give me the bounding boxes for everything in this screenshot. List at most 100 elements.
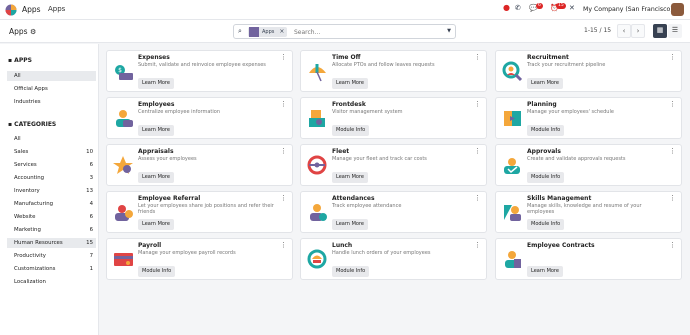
sidebar-item-customizations[interactable]: Customizations 1 — [7, 264, 96, 274]
category-count: 6 — [89, 227, 93, 233]
more-options-icon[interactable]: ⋮ — [669, 194, 676, 202]
search-options-icon[interactable]: ▼ — [447, 28, 451, 34]
category-count: 7 — [89, 253, 93, 259]
sidebar-item-all-apps[interactable]: All — [7, 71, 96, 81]
app-card-planning[interactable]: Planning Manage your employees' schedule M… — [495, 97, 682, 139]
app-card-employees[interactable]: Employees Centralize employee information… — [106, 97, 293, 139]
app-card-skills-management[interactable]: Skills Management Manage skills, knowledg… — [495, 191, 682, 233]
more-options-icon[interactable]: ⋮ — [474, 147, 481, 155]
app-name: Time Off — [332, 54, 361, 61]
facet-label: Apps — [262, 29, 275, 35]
app-card-approvals[interactable]: Approvals Create and validate approvals r… — [495, 144, 682, 186]
lunch-icon — [307, 249, 327, 269]
more-options-icon[interactable]: ⋮ — [474, 194, 481, 202]
attendances-icon — [310, 204, 327, 221]
filter-icon — [249, 27, 259, 37]
more-options-icon[interactable]: ⋮ — [669, 241, 676, 249]
app-name: Expenses — [138, 54, 170, 61]
search-input[interactable] — [294, 27, 434, 37]
sidebar-item-productivity[interactable]: Productivity 7 — [7, 251, 96, 261]
more-options-icon[interactable]: ⋮ — [280, 194, 287, 202]
app-action-button[interactable]: Module Info — [332, 266, 370, 277]
app-name: Approvals — [527, 148, 561, 155]
more-options-icon[interactable]: ⋮ — [474, 53, 481, 61]
more-options-icon[interactable]: ⋮ — [280, 53, 287, 61]
app-card-appraisals[interactable]: Appraisals Assess your employees Learn Mor… — [106, 144, 293, 186]
category-label: Website — [14, 214, 36, 220]
app-card-payroll[interactable]: Payroll Manage your employee payroll reco… — [106, 238, 293, 280]
sidebar-categories-heading: ▪ CATEGORIES — [8, 121, 56, 128]
pager-previous-button[interactable]: ‹ — [617, 24, 631, 38]
sidebar-item-accounting[interactable]: Accounting 3 — [7, 173, 96, 183]
sidebar-item-sales[interactable]: Sales 10 — [7, 147, 96, 157]
app-action-button[interactable]: Module Info — [527, 172, 565, 183]
more-options-icon[interactable]: ⋮ — [280, 100, 287, 108]
search-bar[interactable]: ⌕ Apps × ▼ — [233, 24, 456, 39]
app-card-lunch[interactable]: Lunch Handle lunch orders of your employe… — [300, 238, 487, 280]
app-action-button[interactable]: Learn More — [332, 78, 368, 89]
sidebar-item-website[interactable]: Website 6 — [7, 212, 96, 222]
list-view-button[interactable]: ☰ — [668, 24, 682, 38]
app-card-fleet[interactable]: Fleet Manage your fleet and track car cos… — [300, 144, 487, 186]
app-action-button[interactable]: Learn More — [138, 172, 174, 183]
app-description: Track your recruitment pipeline — [527, 62, 606, 68]
more-options-icon[interactable]: ⋮ — [474, 100, 481, 108]
app-card-frontdesk[interactable]: Frontdesk Visitor management system Module… — [300, 97, 487, 139]
more-options-icon[interactable]: ⋮ — [669, 100, 676, 108]
sidebar-item-manufacturing[interactable]: Manufacturing 4 — [7, 199, 96, 209]
more-options-icon[interactable]: ⋮ — [669, 53, 676, 61]
more-options-icon[interactable]: ⋮ — [280, 147, 287, 155]
app-action-button[interactable]: Module Info — [138, 266, 176, 277]
app-card-employee-referral[interactable]: Employee Referral Let your employees shar… — [106, 191, 293, 233]
app-title[interactable]: Apps — [22, 5, 41, 14]
app-action-button[interactable]: Learn More — [138, 78, 174, 89]
app-action-button[interactable]: Learn More — [527, 266, 563, 277]
sidebar-item-inventory[interactable]: Inventory 13 — [7, 186, 96, 196]
sidebar-item-human-resources[interactable]: Human Resources 15 — [7, 238, 96, 248]
menu-apps[interactable]: Apps — [48, 5, 65, 13]
app-name: Skills Management — [527, 195, 592, 202]
app-action-button[interactable]: Learn More — [332, 172, 368, 183]
pager-next-button[interactable]: › — [631, 24, 645, 38]
sidebar-item-official-apps[interactable]: Official Apps — [7, 84, 96, 94]
phone-icon[interactable]: ✆ — [515, 4, 521, 12]
pager-value[interactable]: 1-15 / 15 — [584, 27, 611, 34]
sidebar-item-marketing[interactable]: Marketing 6 — [7, 225, 96, 235]
remove-facet-icon[interactable]: × — [279, 27, 284, 37]
app-name: Employees — [138, 101, 175, 108]
app-card-attendances[interactable]: Attendances Track employee attendance Lear… — [300, 191, 487, 233]
activity-badge: 15 — [556, 3, 566, 9]
app-menu-icon[interactable] — [5, 4, 17, 16]
debug-tools-icon[interactable]: ✕ — [569, 4, 575, 12]
app-action-button[interactable]: Module Info — [527, 125, 565, 136]
app-action-button[interactable]: Module Info — [527, 219, 565, 230]
sidebar-item-all[interactable]: All — [7, 134, 96, 144]
user-avatar[interactable] — [671, 3, 684, 16]
more-options-icon[interactable]: ⋮ — [280, 241, 287, 249]
app-action-button[interactable]: Learn More — [138, 219, 174, 230]
kanban-view-button[interactable]: ▦ — [653, 24, 667, 38]
sidebar-item-industries[interactable]: Industries — [7, 97, 96, 107]
fleet-icon — [307, 155, 327, 175]
app-action-button[interactable]: Learn More — [332, 219, 368, 230]
more-options-icon[interactable]: ⋮ — [669, 147, 676, 155]
app-card-time-off[interactable]: Time Off Allocate PTOs and follow leaves … — [300, 50, 487, 92]
app-action-button[interactable]: Module Info — [332, 125, 370, 136]
app-card-expenses[interactable]: $ Expenses Submit, validate and reinvoice … — [106, 50, 293, 92]
category-label: Inventory — [14, 188, 40, 194]
app-card-recruitment[interactable]: Recruitment Track your recruitment pipeli… — [495, 50, 682, 92]
more-options-icon[interactable]: ⋮ — [474, 241, 481, 249]
category-label: Localization — [14, 279, 46, 285]
app-name: Recruitment — [527, 54, 569, 61]
sidebar-item-services[interactable]: Services 6 — [7, 160, 96, 170]
company-switcher[interactable]: My Company (San Francisco) — [583, 6, 673, 13]
app-action-button[interactable]: Learn More — [527, 78, 563, 89]
category-count: 10 — [86, 149, 93, 155]
status-dot-icon[interactable]: ● — [503, 3, 510, 12]
app-card-employee-contracts[interactable]: Employee Contracts Learn More ⋮ — [495, 238, 682, 280]
app-description: Visitor management system — [332, 109, 403, 115]
sidebar-item-localization[interactable]: Localization — [7, 277, 96, 287]
app-action-button[interactable]: Learn More — [138, 125, 174, 136]
search-facet[interactable]: Apps × — [248, 27, 288, 37]
gear-icon[interactable]: ⚙ — [30, 28, 36, 36]
